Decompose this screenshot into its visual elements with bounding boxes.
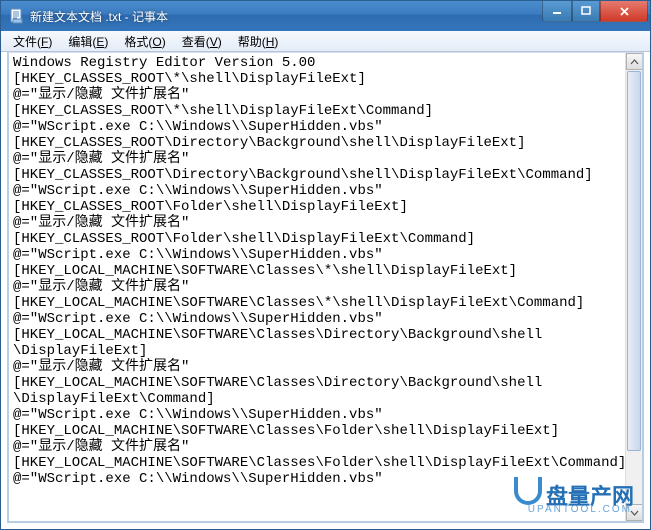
window-controls — [542, 1, 648, 22]
menu-help[interactable]: 帮助(H) — [230, 31, 287, 52]
minimize-button[interactable] — [542, 1, 572, 22]
menu-edit[interactable]: 编辑(E) — [60, 31, 116, 52]
scroll-down-button[interactable] — [626, 504, 643, 521]
editor-frame: Windows Registry Editor Version 5.00 [HK… — [7, 52, 644, 523]
maximize-icon — [581, 6, 591, 16]
menu-format[interactable]: 格式(O) — [116, 31, 173, 52]
maximize-button[interactable] — [572, 1, 600, 22]
vertical-scrollbar[interactable] — [625, 53, 642, 521]
menu-file[interactable]: 文件(F) — [5, 31, 60, 52]
notepad-window: 新建文本文档 .txt - 记事本 文件(F) 编辑(E) 格式(O) 查看(V… — [0, 0, 651, 530]
close-button[interactable] — [600, 1, 648, 22]
menu-view[interactable]: 查看(V) — [174, 31, 230, 52]
close-icon — [619, 6, 630, 17]
window-title: 新建文本文档 .txt - 记事本 — [30, 8, 542, 25]
chevron-down-icon — [630, 510, 639, 516]
titlebar[interactable]: 新建文本文档 .txt - 记事本 — [1, 1, 650, 31]
minimize-icon — [552, 6, 562, 16]
menubar: 文件(F) 编辑(E) 格式(O) 查看(V) 帮助(H) — [1, 31, 650, 52]
scroll-thumb[interactable] — [627, 71, 641, 451]
chevron-up-icon — [630, 59, 639, 65]
text-area[interactable]: Windows Registry Editor Version 5.00 [HK… — [9, 53, 642, 521]
app-icon — [9, 8, 25, 24]
scroll-up-button[interactable] — [626, 53, 643, 70]
